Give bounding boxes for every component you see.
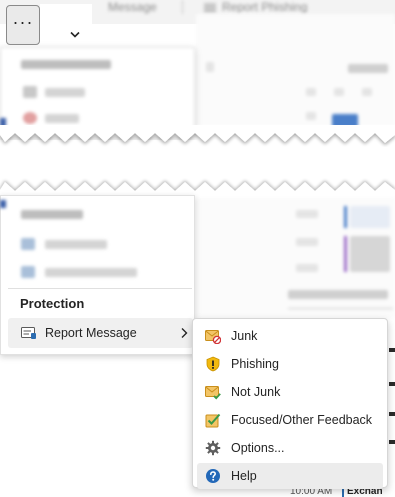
submenu-item-label: Junk bbox=[231, 329, 258, 343]
envelope-check-icon bbox=[205, 386, 221, 400]
help-icon bbox=[206, 469, 220, 483]
calendar-area-top bbox=[196, 14, 395, 128]
context-menu-top bbox=[0, 47, 195, 137]
checkbox-icon bbox=[205, 413, 221, 428]
report-message-submenu: Junk Phishing Not Junk Focused/Other Fee… bbox=[192, 318, 388, 489]
junk-envelope-icon bbox=[205, 330, 221, 344]
right-edge-panel bbox=[388, 320, 395, 497]
more-options-button[interactable]: ··· bbox=[6, 5, 40, 45]
ellipsis-icon: ··· bbox=[12, 11, 34, 32]
ribbon-report-phishing-label: Report Phishing bbox=[222, 0, 308, 14]
submenu-item-not-junk[interactable]: Not Junk bbox=[197, 379, 383, 405]
report-message-menu-item[interactable]: Report Message bbox=[8, 318, 193, 348]
submenu-item-focused-feedback[interactable]: Focused/Other Feedback bbox=[197, 407, 383, 433]
submenu-item-options[interactable]: Options... bbox=[197, 435, 383, 461]
submenu-item-label: Help bbox=[231, 469, 257, 483]
submenu-item-label: Not Junk bbox=[231, 385, 281, 399]
submenu-item-label: Focused/Other Feedback bbox=[231, 413, 373, 427]
submenu-item-phishing[interactable]: Phishing bbox=[197, 351, 383, 377]
report-phishing-icon bbox=[204, 2, 216, 13]
torn-edge-top bbox=[0, 125, 395, 143]
submenu-item-label: Options... bbox=[231, 441, 285, 455]
protection-section-heading: Protection bbox=[20, 296, 85, 311]
calendar-area-bottom bbox=[196, 198, 395, 318]
menu-divider bbox=[8, 288, 192, 289]
more-options-dropdown[interactable] bbox=[40, 4, 92, 46]
ribbon-message-button[interactable]: Message bbox=[108, 0, 157, 14]
left-edge-fragment-2 bbox=[0, 200, 6, 208]
submenu-item-label: Phishing bbox=[231, 357, 279, 371]
ribbon-message-label: Message bbox=[108, 0, 157, 14]
submenu-item-help[interactable]: Help bbox=[197, 463, 383, 489]
report-message-label: Report Message bbox=[45, 326, 137, 340]
report-message-icon bbox=[21, 327, 36, 339]
submenu-item-junk[interactable]: Junk bbox=[197, 323, 383, 349]
ribbon-separator bbox=[182, 0, 183, 14]
gear-icon bbox=[205, 440, 221, 456]
shield-warning-icon bbox=[206, 356, 220, 372]
chevron-down-icon bbox=[70, 31, 80, 38]
chevron-right-icon bbox=[181, 328, 188, 338]
ribbon-report-phishing-button[interactable]: Report Phishing bbox=[204, 0, 308, 14]
